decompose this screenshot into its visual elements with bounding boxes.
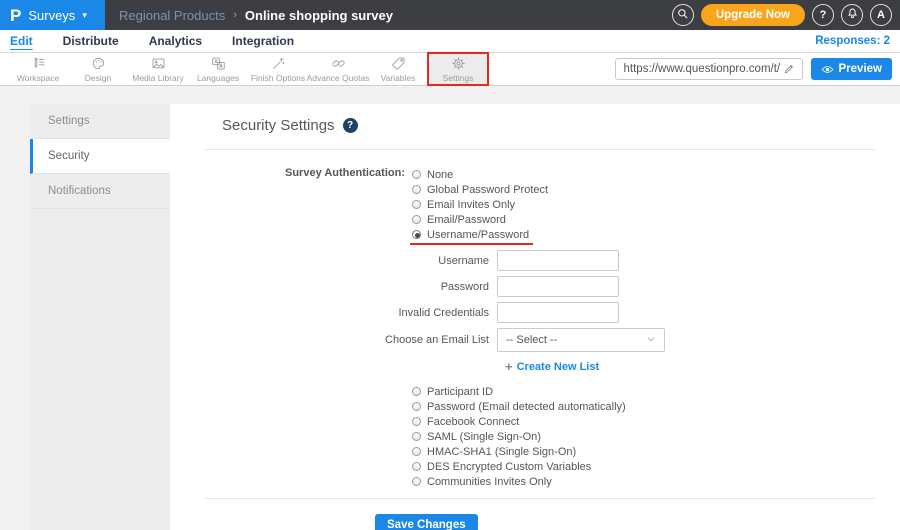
toolbar-finish-options[interactable]: Finish Options (248, 53, 308, 85)
help-icon[interactable]: ? (342, 118, 358, 133)
finish-options-icon (271, 56, 286, 72)
-edit[interactable]: Edit (10, 34, 49, 48)
-distribute[interactable]: Distribute (63, 34, 135, 48)
breadcrumb-separator: › (233, 9, 237, 21)
radio-button-icon[interactable] (412, 387, 421, 396)
radio-button-icon[interactable] (412, 185, 421, 194)
security-settings-panel: Security Settings ? Survey Authenticatio… (170, 104, 900, 530)
chevron-down-icon (646, 331, 656, 349)
radio-communities-invites-only[interactable]: Communities Invites Only (412, 474, 552, 489)
tab-bar: Edit Distribute Analytics Integration Respo… (0, 30, 900, 53)
account-avatar[interactable]: A (870, 4, 892, 26)
breadcrumb-survey-name: Online shopping survey (244, 7, 393, 23)
radio-button-icon[interactable] (412, 432, 421, 441)
settings-sidebar: Settings Security Notifications (30, 104, 170, 530)
languages-icon (211, 56, 226, 72)
radio-button-icon[interactable] (412, 477, 421, 486)
credential-fields: Username Password Invalid Credentials Ch… (170, 250, 900, 352)
radio-email-invites-only[interactable]: Email Invites Only (412, 197, 515, 212)
radio-hmac-sha1-single-sign-on[interactable]: HMAC-SHA1 (Single Sign-On) (412, 444, 576, 459)
help-button[interactable]: ? (812, 4, 834, 26)
question-icon: ? (819, 9, 827, 21)
page-title: Security Settings (222, 117, 335, 134)
advance-quotas-icon (331, 56, 346, 72)
invalid-credentials-input[interactable] (497, 302, 619, 323)
radio-facebook-connect[interactable]: Facebook Connect (412, 414, 519, 429)
radio-global-password-protect[interactable]: Global Password Protect (412, 182, 548, 197)
-analytics[interactable]: Analytics (149, 34, 218, 48)
questionpro-logo: P (10, 5, 22, 25)
form-field-choose-an-email-list: Choose an Email List -- Select -- (170, 328, 900, 352)
responses-count[interactable]: Responses: 2 (815, 35, 890, 47)
toolbar-languages[interactable]: Languages (188, 53, 248, 85)
radio-button-icon[interactable] (412, 200, 421, 209)
avatar-letter: A (877, 9, 885, 21)
eye-icon (821, 63, 834, 76)
media-library-icon (151, 56, 166, 72)
topbar-actions: Upgrade Now ? A (671, 0, 892, 30)
create-new-list-link[interactable]: + Create New List (505, 360, 599, 373)
topbar: P Surveys ▾ Regional Products › Online s… (0, 0, 900, 30)
settings-icon (451, 56, 466, 72)
auth-options-bottom: Participant ID Password (Email detected … (412, 384, 900, 489)
bell-icon (846, 7, 859, 23)
radio-email-password[interactable]: Email/Password (412, 212, 506, 227)
sidebar-security[interactable]: Security (30, 139, 170, 174)
divider (205, 498, 875, 499)
username-input[interactable] (497, 250, 619, 271)
radio-button-icon[interactable] (412, 417, 421, 426)
toolbar-media-library[interactable]: Media Library (128, 53, 188, 85)
workspace-icon (31, 56, 46, 72)
form-field-username: Username (170, 250, 900, 271)
sidebar-settings[interactable]: Settings (30, 104, 170, 139)
content-area: Settings Security Notifications Security S… (0, 104, 900, 530)
edit-url-pencil-icon[interactable] (780, 63, 798, 75)
survey-authentication-label: Survey Authentication: (285, 167, 405, 179)
upgrade-now-button[interactable]: Upgrade Now (700, 4, 805, 26)
toolbar-workspace[interactable]: Workspace (8, 53, 68, 85)
toolbar-advance-quotas[interactable]: Advance Quotas (307, 53, 369, 85)
breadcrumb-folder[interactable]: Regional Products (119, 8, 225, 23)
breadcrumb: Regional Products › Online shopping surv… (119, 8, 393, 23)
-integration[interactable]: Integration (232, 34, 310, 48)
radio-button-icon[interactable] (412, 402, 421, 411)
radio-button-icon[interactable] (412, 447, 421, 456)
radio-password-email-detected-automatically[interactable]: Password (Email detected automatically) (412, 399, 626, 414)
radio-button-icon[interactable] (412, 230, 421, 239)
preview-button[interactable]: Preview (810, 58, 892, 80)
radio-username-password[interactable]: Username/Password (409, 227, 534, 245)
toolbar-design[interactable]: Design (68, 53, 128, 85)
toolbar: Workspace Design Media Library Languages… (0, 52, 900, 86)
design-icon (91, 56, 106, 72)
radio-des-encrypted-custom-variables[interactable]: DES Encrypted Custom Variables (412, 459, 591, 474)
save-changes-button[interactable]: Save Changes (375, 514, 478, 530)
form-field-password: Password (170, 276, 900, 297)
toolbar-variables[interactable]: Variables (368, 53, 428, 85)
toolbar-settings[interactable]: Settings (427, 52, 489, 86)
search-button[interactable] (671, 4, 694, 26)
survey-url-group: Preview (614, 58, 892, 80)
form-field-invalid-credentials: Invalid Credentials (170, 302, 900, 323)
password-input[interactable] (497, 276, 619, 297)
plus-icon: + (505, 359, 513, 374)
notifications-button[interactable] (841, 4, 863, 26)
radio-button-icon[interactable] (412, 462, 421, 471)
survey-url-input[interactable] (623, 63, 780, 75)
radio-saml-single-sign-on[interactable]: SAML (Single Sign-On) (412, 429, 541, 444)
radio-button-icon[interactable] (412, 170, 421, 179)
variables-icon (391, 56, 406, 72)
survey-url-field (614, 58, 803, 80)
chevron-down-icon: ▾ (82, 9, 87, 20)
radio-none[interactable]: None (412, 167, 453, 182)
choose-an-email-list-select[interactable]: -- Select -- (497, 328, 665, 352)
sidebar-notifications[interactable]: Notifications (30, 174, 170, 209)
search-icon (676, 7, 689, 23)
surveys-menu-label: Surveys (28, 7, 76, 23)
surveys-menu[interactable]: P Surveys ▾ (0, 0, 105, 30)
radio-participant-id[interactable]: Participant ID (412, 384, 493, 399)
divider (205, 149, 875, 150)
auth-options-top: None Global Password Protect Email Invit… (409, 167, 548, 245)
radio-button-icon[interactable] (412, 215, 421, 224)
